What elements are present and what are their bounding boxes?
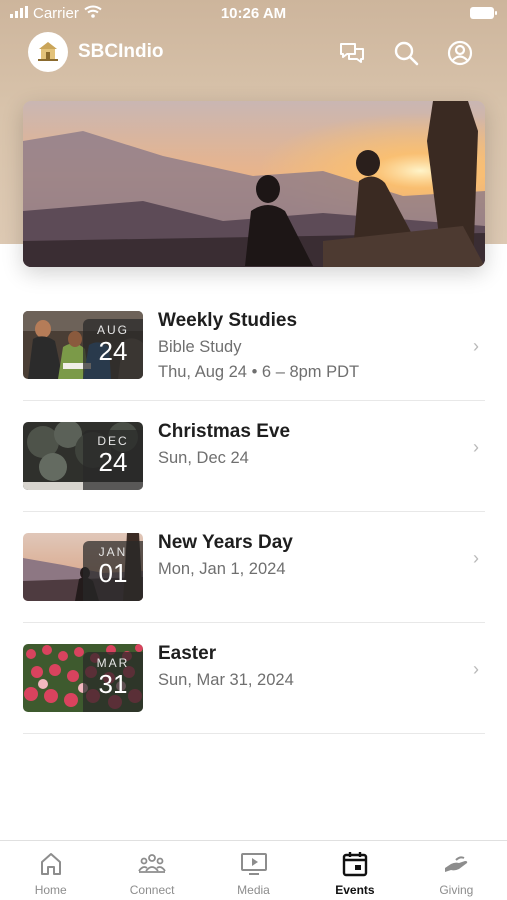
event-title: Weekly Studies [158, 310, 298, 331]
event-row-weekly-studies[interactable]: AUG 24 Weekly Studies Bible Study Thu, A… [23, 290, 485, 401]
event-date-badge: MAR 31 [83, 652, 143, 712]
event-date-badge: AUG 24 [83, 319, 143, 379]
events-list: AUG 24 Weekly Studies Bible Study Thu, A… [23, 290, 485, 734]
event-thumbnail: JAN 01 [23, 533, 143, 601]
status-bar: Carrier 10:26 AM [0, 0, 507, 28]
event-row-new-years-day[interactable]: JAN 01 New Years Day Mon, Jan 1, 2024 › [23, 512, 485, 623]
app-header: SBCIndio [0, 32, 507, 74]
chevron-right-icon: › [473, 437, 479, 457]
event-subtitle: Sun, Mar 31, 2024 [158, 671, 294, 689]
messages-icon[interactable] [338, 39, 366, 67]
tab-giving[interactable]: Giving [406, 841, 507, 900]
tab-connect[interactable]: Connect [101, 841, 202, 900]
event-row-christmas-eve[interactable]: DEC 24 Christmas Eve Sun, Dec 24 › [23, 401, 485, 512]
event-thumbnail: AUG 24 [23, 311, 143, 379]
chevron-right-icon: › [473, 548, 479, 568]
tab-events[interactable]: Events [304, 841, 405, 900]
status-time: 10:26 AM [220, 5, 287, 22]
event-month: DEC [97, 434, 129, 448]
event-day: 24 [98, 447, 128, 477]
event-subtitle: Bible Study [158, 338, 242, 356]
home-icon [37, 850, 65, 878]
event-day: 24 [98, 336, 128, 366]
event-subtitle: Mon, Jan 1, 2024 [158, 560, 286, 578]
chevron-right-icon: › [473, 336, 479, 356]
chevron-right-icon: › [473, 659, 479, 679]
event-subtitle: Sun, Dec 24 [158, 449, 249, 467]
battery-icon [470, 7, 497, 19]
event-thumbnail: DEC 24 [23, 422, 143, 490]
church-logo-icon [38, 42, 58, 61]
event-detail: Thu, Aug 24 • 6 – 8pm PDT [158, 363, 360, 381]
church-logo[interactable] [28, 32, 68, 72]
event-day: 31 [98, 669, 128, 699]
giving-hand-icon [442, 850, 470, 878]
app-title: SBCIndio [78, 41, 164, 62]
event-month: MAR [96, 656, 130, 670]
tab-media[interactable]: Media [203, 841, 304, 900]
tab-label: Giving [439, 883, 474, 897]
tab-label: Events [335, 883, 375, 897]
event-row-easter[interactable]: MAR 31 Easter Sun, Mar 31, 2024 › [23, 623, 485, 734]
event-month: AUG [96, 323, 129, 337]
tab-label: Home [34, 883, 67, 897]
event-thumbnail: MAR 31 [23, 644, 143, 712]
play-screen-icon [240, 850, 268, 878]
profile-icon[interactable] [446, 39, 474, 67]
tab-label: Connect [129, 883, 175, 897]
event-date-badge: DEC 24 [83, 430, 143, 490]
calendar-icon [341, 850, 369, 878]
event-month: JAN [98, 545, 128, 559]
event-title: New Years Day [158, 532, 293, 553]
event-title: Christmas Eve [158, 421, 291, 442]
search-icon[interactable] [392, 39, 420, 67]
event-day: 01 [98, 558, 128, 588]
event-title: Easter [158, 643, 217, 664]
tab-bar: Home Connect Media Events Giving [0, 840, 507, 900]
people-icon [138, 850, 166, 878]
hero-image[interactable] [23, 101, 485, 267]
tab-label: Media [237, 883, 270, 897]
tab-home[interactable]: Home [0, 841, 101, 900]
event-date-badge: JAN 01 [83, 541, 143, 601]
